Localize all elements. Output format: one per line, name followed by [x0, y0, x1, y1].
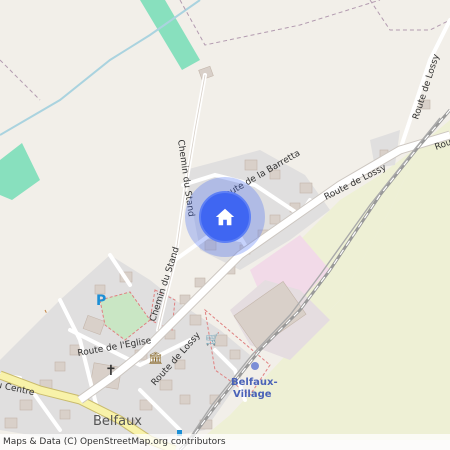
- home-location-marker[interactable]: [185, 177, 265, 257]
- place-label-belfaux: Belfaux: [93, 414, 142, 429]
- attribution-prefix: Maps & Data (C): [3, 437, 78, 447]
- church-icon: ✝: [105, 363, 117, 379]
- place-label-station-line1: Belfaux-: [231, 377, 278, 388]
- home-marker-inner: [199, 191, 251, 243]
- map-attribution: Maps & Data (C) OpenStreetMap.org contri…: [0, 434, 450, 450]
- place-label-station-line2: Village: [233, 389, 272, 400]
- station-dot: [251, 362, 259, 370]
- parking-icon: P: [96, 293, 106, 309]
- shop-icon: 🛒: [205, 332, 220, 346]
- museum-icon: 🏛: [148, 351, 163, 365]
- home-icon: [215, 208, 235, 226]
- attribution-link[interactable]: OpenStreetMap.org contributors: [80, 437, 226, 447]
- map-view[interactable]: Route de la Barretta Chemin du Stand Che…: [0, 0, 450, 450]
